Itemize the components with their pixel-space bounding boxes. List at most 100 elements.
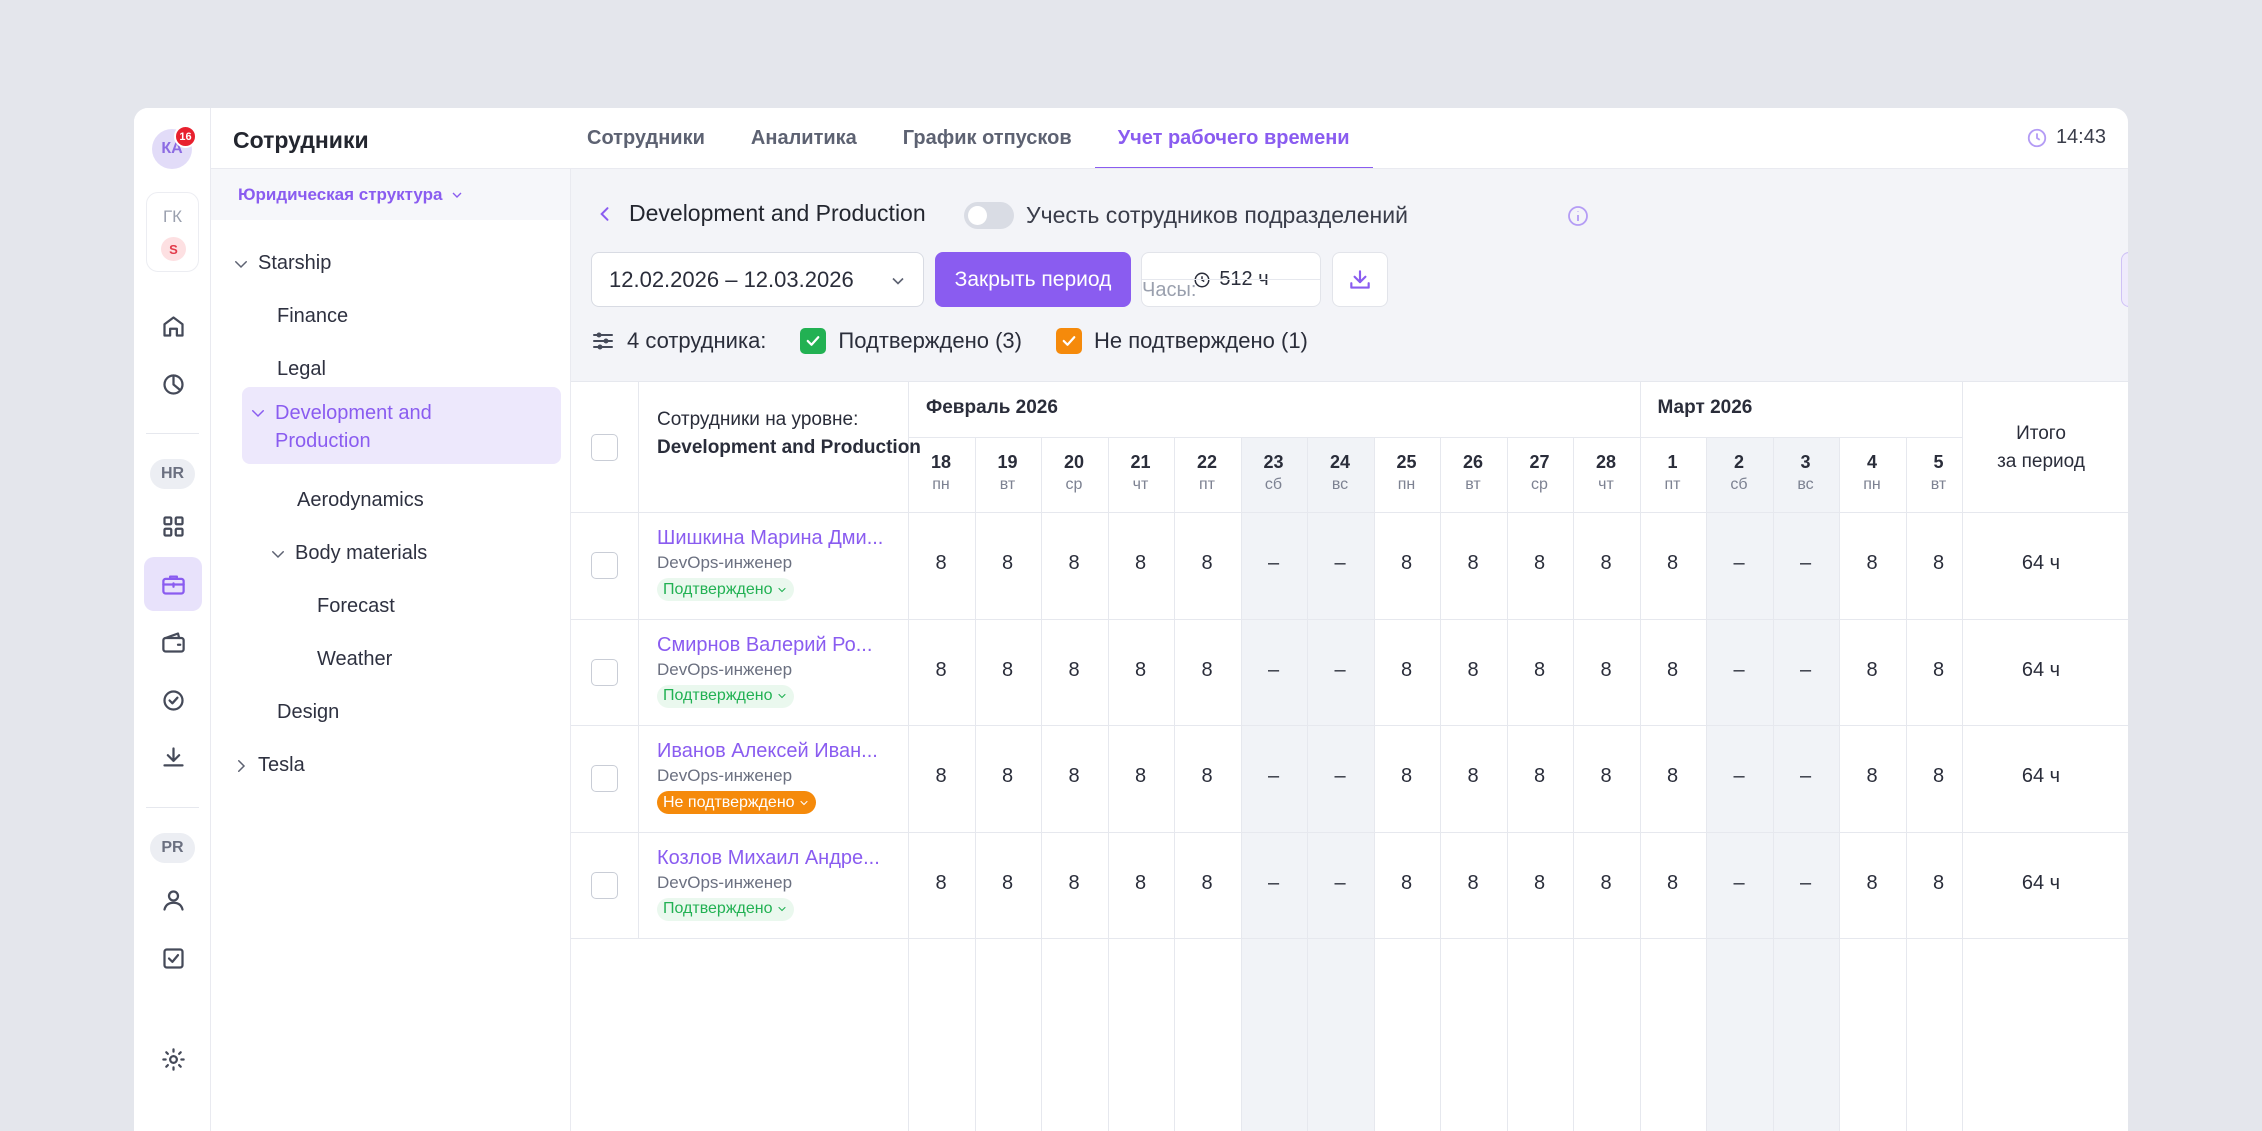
hours-cell[interactable]: 8 — [1174, 552, 1240, 575]
download-button[interactable] — [1332, 252, 1388, 307]
tree-node-design[interactable]: Design — [277, 701, 339, 724]
hours-cell[interactable]: 8 — [1108, 872, 1174, 895]
grid-icon[interactable] — [144, 499, 202, 553]
hours-cell[interactable]: 8 — [1108, 659, 1174, 682]
hours-cell[interactable]: – — [1307, 552, 1373, 575]
employee-name-link[interactable]: Иванов Алексей Иван... — [657, 740, 878, 763]
hours-cell[interactable]: – — [1706, 552, 1772, 575]
check-circle-icon[interactable] — [144, 673, 202, 727]
hours-cell[interactable]: 8 — [1507, 765, 1573, 788]
status-dropdown[interactable]: Не подтверждено — [657, 791, 816, 814]
hours-cell[interactable]: 8 — [1374, 872, 1440, 895]
employee-name-link[interactable]: Смирнов Валерий Ро... — [657, 634, 872, 657]
hours-cell[interactable]: 8 — [1440, 659, 1506, 682]
hours-cell[interactable]: – — [1773, 552, 1839, 575]
hours-cell[interactable]: 8 — [975, 872, 1041, 895]
hours-cell[interactable]: 8 — [1440, 765, 1506, 788]
hours-cell[interactable]: 8 — [1507, 659, 1573, 682]
hours-cell[interactable]: – — [1773, 765, 1839, 788]
hours-cell[interactable]: 8 — [1839, 552, 1905, 575]
tab-vacation-schedule[interactable]: График отпусков — [880, 108, 1095, 169]
hours-cell[interactable]: 8 — [1640, 552, 1706, 575]
hours-cell[interactable]: 8 — [1573, 872, 1639, 895]
hours-cell[interactable]: 8 — [908, 872, 974, 895]
hours-cell[interactable]: 8 — [1573, 552, 1639, 575]
chevron-down-icon[interactable] — [249, 404, 267, 422]
org-switcher[interactable]: ГК S — [146, 192, 199, 272]
hours-cell[interactable]: 8 — [1640, 765, 1706, 788]
hours-cell[interactable]: 8 — [1174, 659, 1240, 682]
confirmed-filter-checkbox[interactable] — [800, 328, 827, 354]
select-all-checkbox[interactable] — [591, 434, 618, 461]
hours-cell[interactable]: 8 — [975, 659, 1041, 682]
filter-icon[interactable] — [591, 329, 615, 353]
hours-cell[interactable]: 8 — [908, 552, 974, 575]
hours-cell[interactable]: – — [1241, 659, 1307, 682]
hours-cell[interactable]: – — [1773, 872, 1839, 895]
hours-cell[interactable]: 8 — [1041, 659, 1107, 682]
tree-node-tesla[interactable]: Tesla — [232, 754, 305, 777]
hours-cell[interactable]: 8 — [1108, 552, 1174, 575]
back-chevron-icon[interactable] — [595, 204, 615, 224]
hours-cell[interactable]: 8 — [1440, 872, 1506, 895]
chevron-down-icon[interactable] — [232, 255, 250, 273]
settings-gear-icon[interactable] — [144, 1032, 202, 1086]
hours-cell[interactable]: 8 — [1108, 765, 1174, 788]
status-dropdown[interactable]: Подтверждено — [657, 578, 794, 601]
tree-node-development-and-production[interactable]: Development and Production — [249, 399, 495, 455]
hours-cell[interactable]: 8 — [1440, 552, 1506, 575]
tree-node-finance[interactable]: Finance — [277, 305, 348, 328]
hours-cell[interactable]: 8 — [1374, 552, 1440, 575]
employee-name-link[interactable]: Шишкина Марина Дми... — [657, 527, 883, 550]
hours-cell[interactable]: – — [1241, 552, 1307, 575]
hours-cell[interactable]: – — [1706, 765, 1772, 788]
hours-cell[interactable]: 8 — [1041, 765, 1107, 788]
hours-cell[interactable]: 8 — [975, 765, 1041, 788]
hours-cell[interactable]: 8 — [908, 659, 974, 682]
checkbox-list-icon[interactable] — [144, 931, 202, 985]
close-period-button[interactable]: Закрыть период — [935, 252, 1131, 307]
user-icon[interactable] — [144, 873, 202, 927]
include-subdivisions-toggle[interactable] — [964, 202, 1014, 229]
unconfirmed-filter-checkbox[interactable] — [1055, 328, 1082, 354]
hours-cell[interactable]: 8 — [1507, 872, 1573, 895]
hours-cell[interactable]: – — [1307, 659, 1373, 682]
hours-cell[interactable]: 8 — [1839, 659, 1905, 682]
briefcase-icon[interactable] — [144, 557, 202, 611]
chevron-down-icon[interactable] — [269, 545, 287, 563]
pie-chart-icon[interactable] — [144, 357, 202, 411]
row-checkbox[interactable] — [591, 552, 618, 579]
tree-node-starship[interactable]: Starship — [232, 252, 331, 275]
download-icon[interactable] — [144, 730, 202, 784]
row-checkbox[interactable] — [591, 658, 618, 686]
hours-cell[interactable]: – — [1706, 659, 1772, 682]
hours-cell[interactable]: 8 — [1573, 659, 1639, 682]
tab-time-tracking[interactable]: Учет рабочего времени — [1094, 108, 1373, 169]
hours-cell[interactable]: – — [1307, 765, 1373, 788]
info-icon[interactable] — [1566, 204, 1590, 228]
tree-node-aerodynamics[interactable]: Aerodynamics — [297, 489, 424, 512]
chevron-right-icon[interactable] — [232, 757, 250, 775]
hours-cell[interactable]: 8 — [975, 552, 1041, 575]
hours-cell[interactable]: – — [1773, 659, 1839, 682]
status-dropdown[interactable]: Подтверждено — [657, 684, 794, 708]
tree-node-forecast[interactable]: Forecast — [317, 595, 395, 618]
wallet-icon[interactable] — [144, 615, 202, 669]
hours-cell[interactable]: 8 — [1839, 872, 1905, 895]
tree-node-weather[interactable]: Weather — [317, 648, 392, 671]
hours-cell[interactable]: 8 — [1573, 765, 1639, 788]
tree-node-legal[interactable]: Legal — [277, 358, 326, 381]
tree-node-body-materials[interactable]: Body materials — [269, 542, 427, 565]
hours-cell[interactable]: 8 — [1640, 872, 1706, 895]
tab-employees[interactable]: Сотрудники — [564, 108, 728, 169]
home-icon[interactable] — [144, 299, 202, 353]
hours-cell[interactable]: – — [1241, 872, 1307, 895]
hours-cell[interactable]: 8 — [1374, 659, 1440, 682]
hours-cell[interactable]: 8 — [1174, 765, 1240, 788]
status-dropdown[interactable]: Подтверждено — [657, 897, 794, 921]
hours-cell[interactable]: 8 — [1640, 659, 1706, 682]
hours-cell[interactable]: 8 — [1041, 552, 1107, 575]
hours-cell[interactable]: 8 — [1839, 765, 1905, 788]
hours-cell[interactable]: – — [1241, 765, 1307, 788]
row-checkbox[interactable] — [591, 765, 618, 792]
